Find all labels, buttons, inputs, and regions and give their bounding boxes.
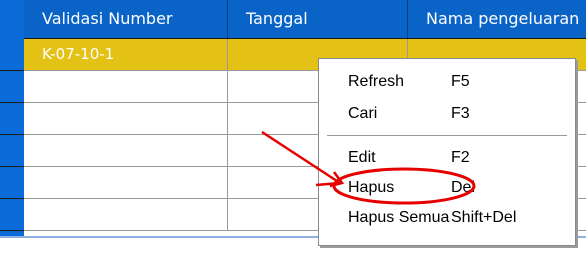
- row-marker[interactable]: [0, 135, 24, 167]
- table-cell[interactable]: [24, 199, 228, 230]
- menu-item-label: Cari: [348, 105, 378, 122]
- menu-item-hapus-semua[interactable]: Hapus Semua Shift+Del: [319, 205, 575, 231]
- menu-item-hapus[interactable]: Hapus Del: [319, 175, 575, 201]
- menu-item-shortcut: F5: [451, 73, 470, 90]
- menu-item-shortcut: Del: [451, 179, 476, 196]
- row-marker[interactable]: [0, 167, 24, 199]
- context-menu: Refresh F5 Cari F3 Edit F2 Hapus Del Hap…: [318, 58, 576, 246]
- table-cell[interactable]: [24, 135, 228, 166]
- row-marker[interactable]: [0, 199, 24, 231]
- menu-item-edit[interactable]: Edit F2: [319, 145, 575, 171]
- menu-item-label: Refresh: [348, 73, 405, 90]
- table-cell[interactable]: [24, 103, 228, 134]
- menu-item-shortcut: F3: [451, 105, 470, 122]
- column-header-validasi-number[interactable]: Validasi Number: [24, 0, 228, 38]
- menu-item-shortcut: Shift+Del: [451, 209, 517, 226]
- menu-item-shortcut: F2: [451, 149, 470, 166]
- menu-separator: [327, 135, 567, 139]
- table-cell[interactable]: [24, 71, 228, 102]
- row-marker[interactable]: [0, 39, 24, 71]
- column-header-nama-pengeluaran[interactable]: Nama pengeluaran: [408, 0, 586, 38]
- grid-header: Validasi Number Tanggal Nama pengeluaran: [24, 0, 586, 39]
- row-marker[interactable]: [0, 71, 24, 103]
- column-header-tanggal[interactable]: Tanggal: [228, 0, 408, 38]
- table-cell[interactable]: [24, 167, 228, 198]
- table-cell[interactable]: K-07-10-1: [24, 39, 228, 70]
- menu-item-label: Edit: [348, 149, 376, 166]
- menu-item-refresh[interactable]: Refresh F5: [319, 69, 575, 95]
- row-marker[interactable]: [0, 103, 24, 135]
- menu-item-label: Hapus Semua: [348, 209, 450, 226]
- menu-item-label: Hapus: [348, 179, 395, 196]
- menu-item-cari[interactable]: Cari F3: [319, 101, 575, 127]
